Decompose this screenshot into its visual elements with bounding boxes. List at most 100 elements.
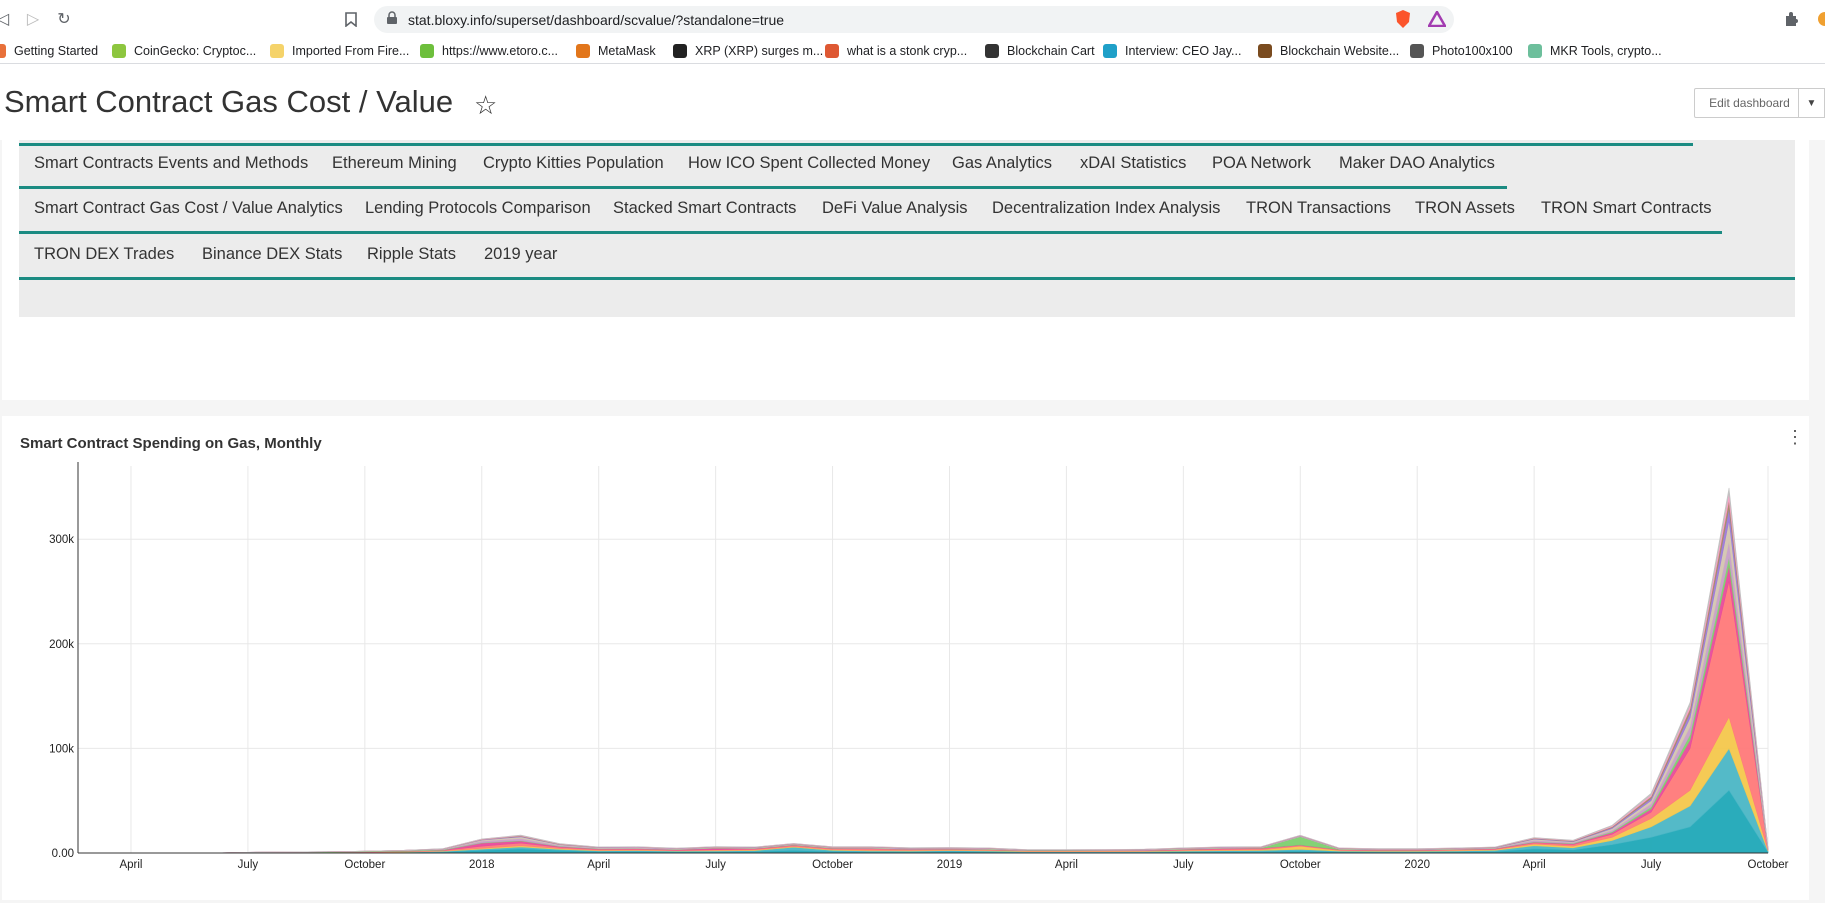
- y-tick-label: 200k: [49, 639, 74, 651]
- bookmark-icon[interactable]: [340, 8, 362, 30]
- x-tick-label: July: [1173, 859, 1194, 871]
- reload-icon[interactable]: ↻: [53, 8, 75, 30]
- nav-link[interactable]: Lending Protocols Comparison: [365, 199, 591, 218]
- favicon-icon: [270, 44, 284, 58]
- area-series-1: [92, 747, 1769, 854]
- y-tick-label: 300k: [49, 534, 74, 546]
- edit-dashboard-button[interactable]: Edit dashboard: [1694, 88, 1805, 118]
- profile-avatar[interactable]: [1818, 12, 1825, 26]
- brave-shield-icon[interactable]: [1392, 8, 1414, 30]
- nav-link[interactable]: Binance DEX Stats: [202, 245, 342, 264]
- x-tick-label: 2019: [937, 859, 963, 871]
- bookmarks-bar: Getting Started CoinGecko: Cryptoc... Impo…: [0, 38, 1825, 64]
- bookmark-item[interactable]: Blockchain Cart: [985, 42, 1095, 60]
- favicon-icon: [985, 44, 999, 58]
- nav-link[interactable]: Ethereum Mining: [332, 154, 457, 173]
- page-title: Smart Contract Gas Cost / Value: [4, 84, 454, 119]
- nav-link[interactable]: Decentralization Index Analysis: [992, 199, 1220, 218]
- x-tick-label: 2018: [469, 859, 495, 871]
- nav-link[interactable]: TRON Assets: [1415, 199, 1515, 218]
- address-bar[interactable]: stat.bloxy.info/superset/dashboard/scval…: [374, 6, 1454, 33]
- nav-link[interactable]: DeFi Value Analysis: [822, 199, 968, 218]
- bookmark-label: Blockchain Cart: [1007, 44, 1095, 58]
- x-tick-label: October: [1280, 859, 1321, 871]
- brave-rewards-icon[interactable]: [1426, 8, 1448, 30]
- bookmark-label: what is a stonk cryp...: [847, 44, 968, 58]
- y-tick-label: 0.00: [52, 848, 74, 860]
- favicon-icon: [420, 44, 434, 58]
- bookmark-label: Photo100x100: [1432, 44, 1513, 58]
- bookmark-label: Interview: CEO Jay...: [1125, 44, 1242, 58]
- favicon-icon: [1410, 44, 1424, 58]
- nav-link[interactable]: How ICO Spent Collected Money: [688, 154, 930, 173]
- bookmark-item[interactable]: what is a stonk cryp...: [825, 42, 967, 60]
- nav-link[interactable]: Ripple Stats: [367, 245, 456, 264]
- nav-link[interactable]: Crypto Kitties Population: [483, 154, 664, 173]
- bookmark-item[interactable]: Interview: CEO Jay...: [1103, 42, 1241, 60]
- back-icon[interactable]: ◁: [0, 8, 14, 30]
- bookmark-item[interactable]: XRP (XRP) surges m...: [673, 42, 823, 60]
- forward-icon[interactable]: ▷: [22, 8, 44, 30]
- nav-link[interactable]: Stacked Smart Contracts: [613, 199, 796, 218]
- divider: [19, 143, 1693, 146]
- browser-toolbar: ◁ ▷ ↻ stat.bloxy.info/superset/dashboard…: [0, 0, 1825, 38]
- nav-link[interactable]: Maker DAO Analytics: [1339, 154, 1495, 173]
- area-series-5: [92, 556, 1769, 854]
- area-chart: April July October 2018 April July October 2019…: [49, 462, 1789, 871]
- area-series-3: [92, 580, 1769, 854]
- bookmark-item[interactable]: Blockchain Website...: [1258, 42, 1399, 60]
- x-tick-label: April: [1055, 859, 1078, 871]
- bookmark-label: MetaMask: [598, 44, 656, 58]
- nav-link[interactable]: 2019 year: [484, 245, 557, 264]
- x-tick-label: October: [1748, 859, 1789, 871]
- area-series-2: [92, 716, 1769, 854]
- favicon-icon: [825, 44, 839, 58]
- nav-link[interactable]: Smart Contracts Events and Methods: [34, 154, 308, 173]
- area-series-11: [92, 487, 1769, 854]
- x-tick-label: April: [587, 859, 610, 871]
- bookmark-item[interactable]: MKR Tools, crypto...: [1528, 42, 1662, 60]
- bookmark-item[interactable]: https://www.etoro.c...: [420, 42, 558, 60]
- bookmark-item[interactable]: Imported From Fire...: [270, 42, 409, 60]
- bookmark-label: Getting Started: [14, 44, 99, 58]
- chevron-down-icon[interactable]: ▼: [1798, 88, 1825, 118]
- nav-link[interactable]: TRON DEX Trades: [34, 245, 174, 264]
- x-tick-label: April: [1523, 859, 1546, 871]
- nav-link[interactable]: xDAI Statistics: [1080, 154, 1186, 173]
- nav-link[interactable]: TRON Transactions: [1246, 199, 1391, 218]
- nav-link[interactable]: Gas Analytics: [952, 154, 1052, 173]
- x-tick-label: April: [119, 859, 142, 871]
- y-tick-label: 100k: [49, 743, 74, 755]
- bookmark-label: XRP (XRP) surges m...: [695, 44, 824, 58]
- area-series-6: [92, 541, 1769, 854]
- extensions-icon[interactable]: [1780, 8, 1802, 30]
- url-text: stat.bloxy.info/superset/dashboard/scval…: [408, 12, 785, 28]
- divider: [19, 186, 1507, 189]
- bookmark-label: Blockchain Website...: [1280, 44, 1400, 58]
- bookmark-label: CoinGecko: Cryptoc...: [134, 44, 257, 58]
- x-tick-label: July: [705, 859, 726, 871]
- lock-icon: [387, 11, 397, 24]
- area-series-7: [92, 520, 1769, 854]
- favicon-icon: [1258, 44, 1272, 58]
- nav-link[interactable]: Smart Contract Gas Cost / Value Analytic…: [34, 199, 343, 218]
- x-tick-label: July: [1641, 859, 1662, 871]
- bookmark-item[interactable]: MetaMask: [576, 42, 656, 60]
- area-series-9: [92, 499, 1769, 854]
- nav-link[interactable]: POA Network: [1212, 154, 1311, 173]
- favicon-icon: [112, 44, 126, 58]
- chart-card: Smart Contract Spending on Gas, Monthly …: [2, 416, 1809, 900]
- favorite-star-icon[interactable]: ☆: [474, 90, 497, 121]
- dashboard-nav-menu: Smart Contracts Events and Methods Ethere…: [19, 140, 1795, 317]
- bookmark-item[interactable]: Getting Started: [0, 42, 98, 60]
- favicon-icon: [1528, 44, 1542, 58]
- nav-link[interactable]: TRON Smart Contracts: [1541, 199, 1712, 218]
- x-tick-label: October: [344, 859, 385, 871]
- bookmark-item[interactable]: CoinGecko: Cryptoc...: [112, 42, 256, 60]
- dashboard-header: Smart Contract Gas Cost / Value ☆ Edit d…: [0, 64, 1825, 140]
- bookmark-item[interactable]: Photo100x100: [1410, 42, 1513, 60]
- navigation-card: Smart Contracts Events and Methods Ethere…: [2, 140, 1809, 400]
- divider: [19, 277, 1795, 280]
- bookmark-label: Imported From Fire...: [292, 44, 410, 58]
- favicon-icon: [0, 44, 6, 58]
